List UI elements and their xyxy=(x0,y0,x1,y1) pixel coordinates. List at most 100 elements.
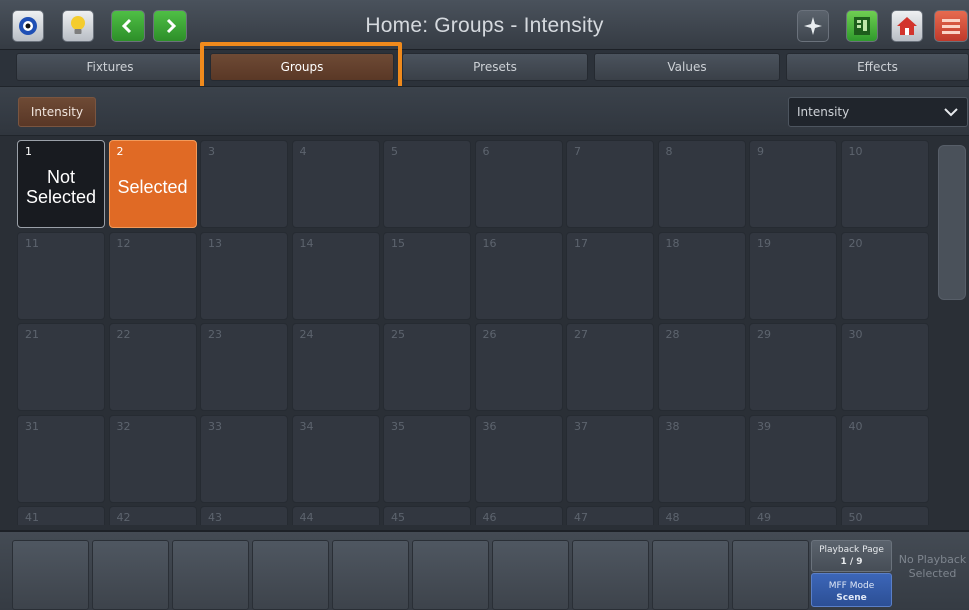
home-button[interactable] xyxy=(891,10,923,42)
group-cell-20[interactable]: 20 xyxy=(840,231,929,320)
group-cell-32[interactable]: 32 xyxy=(108,414,197,503)
playback-button-4[interactable] xyxy=(252,540,329,610)
group-cell-number: 19 xyxy=(757,236,771,250)
group-cell-number: 34 xyxy=(299,419,314,433)
group-cell-42[interactable]: 42 xyxy=(108,506,197,525)
group-cell-46[interactable]: 46 xyxy=(474,506,563,525)
group-cell-number: 21 xyxy=(25,328,39,341)
group-cell-number: 22 xyxy=(116,328,131,341)
group-cell-19[interactable]: 19 xyxy=(749,231,837,320)
intensity-filter-chip[interactable]: Intensity xyxy=(18,97,96,127)
group-cell-number: 23 xyxy=(208,328,222,341)
group-cell-10[interactable]: 10 xyxy=(840,140,929,228)
menu-icon xyxy=(942,19,960,34)
group-cell-12[interactable]: 12 xyxy=(108,231,197,320)
chevron-down-icon xyxy=(944,108,958,117)
dropdown-value: Intensity xyxy=(797,105,850,119)
group-cell-15[interactable]: 15 xyxy=(383,231,471,320)
playback-button-10[interactable] xyxy=(732,540,809,610)
group-cell-37[interactable]: 37 xyxy=(566,414,654,503)
playback-button-2[interactable] xyxy=(92,540,169,610)
playback-button-6[interactable] xyxy=(412,540,489,610)
group-cell-25[interactable]: 25 xyxy=(383,323,471,411)
group-cell-16[interactable]: 16 xyxy=(474,231,563,320)
group-cell-41[interactable]: 41 xyxy=(17,506,105,525)
group-cell-28[interactable]: 28 xyxy=(657,323,746,411)
group-cell-number: 43 xyxy=(208,511,222,524)
group-cell-31[interactable]: 31 xyxy=(17,414,105,503)
group-cell-number: 47 xyxy=(574,511,588,524)
playback-button-3[interactable] xyxy=(172,540,249,610)
playback-button-9[interactable] xyxy=(652,540,729,610)
group-cell-24[interactable]: 24 xyxy=(291,323,380,411)
group-cell-number: 27 xyxy=(574,328,588,341)
attribute-dropdown[interactable]: Intensity xyxy=(788,97,968,127)
tab-fixtures[interactable]: Fixtures xyxy=(16,53,204,81)
group-cell-43[interactable]: 43 xyxy=(200,506,288,525)
group-cell-7[interactable]: 7 xyxy=(566,140,654,228)
group-cell-49[interactable]: 49 xyxy=(749,506,837,525)
group-cell-1[interactable]: 1 Not Selected xyxy=(17,140,105,228)
playback-button-1[interactable] xyxy=(12,540,89,610)
group-cell-number: 15 xyxy=(391,236,405,250)
group-cell-21[interactable]: 21 xyxy=(17,323,105,411)
playback-button-5[interactable] xyxy=(332,540,409,610)
group-cell-number: 50 xyxy=(848,511,863,524)
menu-button[interactable] xyxy=(934,10,968,42)
tab-presets[interactable]: Presets xyxy=(402,53,588,81)
group-cell-number: 4 xyxy=(299,145,307,158)
group-cell-11[interactable]: 11 xyxy=(17,231,105,320)
group-cell-18[interactable]: 18 xyxy=(657,231,746,320)
group-cell-30[interactable]: 30 xyxy=(840,323,929,411)
group-cell-3[interactable]: 3 xyxy=(200,140,288,228)
group-cell-44[interactable]: 44 xyxy=(291,506,380,525)
group-cell-8[interactable]: 8 xyxy=(657,140,746,228)
group-cell-17[interactable]: 17 xyxy=(566,231,654,320)
group-cell-number: 25 xyxy=(391,328,405,341)
group-cell-47[interactable]: 47 xyxy=(566,506,654,525)
group-cell-6[interactable]: 6 xyxy=(474,140,563,228)
group-cell-4[interactable]: 4 xyxy=(291,140,380,228)
group-cell-48[interactable]: 48 xyxy=(657,506,746,525)
group-cell-5[interactable]: 5 xyxy=(383,140,471,228)
group-cell-39[interactable]: 39 xyxy=(749,414,837,503)
group-cell-number: 18 xyxy=(665,236,680,250)
group-cell-23[interactable]: 23 xyxy=(200,323,288,411)
sparkle-icon xyxy=(804,17,822,35)
group-cell-36[interactable]: 36 xyxy=(474,414,563,503)
playback-page-label: Playback Page xyxy=(819,545,884,555)
group-cell-22[interactable]: 22 xyxy=(108,323,197,411)
group-cell-29[interactable]: 29 xyxy=(749,323,837,411)
group-cell-27[interactable]: 27 xyxy=(566,323,654,411)
sparkle-button[interactable] xyxy=(797,10,829,42)
tab-values[interactable]: Values xyxy=(594,53,780,81)
group-cell-9[interactable]: 9 xyxy=(749,140,837,228)
group-cell-2[interactable]: 2 Selected xyxy=(108,140,197,228)
tab-effects[interactable]: Effects xyxy=(786,53,969,81)
group-cell-34[interactable]: 34 xyxy=(291,414,380,503)
group-cell-40[interactable]: 40 xyxy=(840,414,929,503)
group-cell-label: Selected xyxy=(117,177,188,197)
group-grid: 1 Not Selected 2 Selected 3 4 5 6 7 8 9 10 11 12 13 14 1… xyxy=(14,137,938,525)
group-cell-35[interactable]: 35 xyxy=(383,414,471,503)
group-cell-14[interactable]: 14 xyxy=(291,231,380,320)
filter-row: Intensity Intensity xyxy=(0,86,969,136)
tab-bar: Fixtures Groups Presets Values Effects xyxy=(0,50,969,86)
group-cell-45[interactable]: 45 xyxy=(383,506,471,525)
group-cell-50[interactable]: 50 xyxy=(840,506,929,525)
group-cell-13[interactable]: 13 xyxy=(200,231,288,320)
group-cell-number: 6 xyxy=(482,145,490,158)
mff-mode-button[interactable]: MFF Mode Scene xyxy=(811,573,892,607)
group-cell-number: 5 xyxy=(391,145,398,158)
group-cell-number: 11 xyxy=(25,236,39,250)
palette-button[interactable] xyxy=(846,10,878,42)
scrollbar-thumb[interactable] xyxy=(938,145,966,300)
group-cell-26[interactable]: 26 xyxy=(474,323,563,411)
playback-page-button[interactable]: Playback Page 1 / 9 xyxy=(811,540,892,572)
playback-button-8[interactable] xyxy=(572,540,649,610)
group-cell-number: 3 xyxy=(208,145,215,158)
group-cell-38[interactable]: 38 xyxy=(657,414,746,503)
group-cell-number: 12 xyxy=(116,236,131,250)
playback-button-7[interactable] xyxy=(492,540,569,610)
group-cell-33[interactable]: 33 xyxy=(200,414,288,503)
